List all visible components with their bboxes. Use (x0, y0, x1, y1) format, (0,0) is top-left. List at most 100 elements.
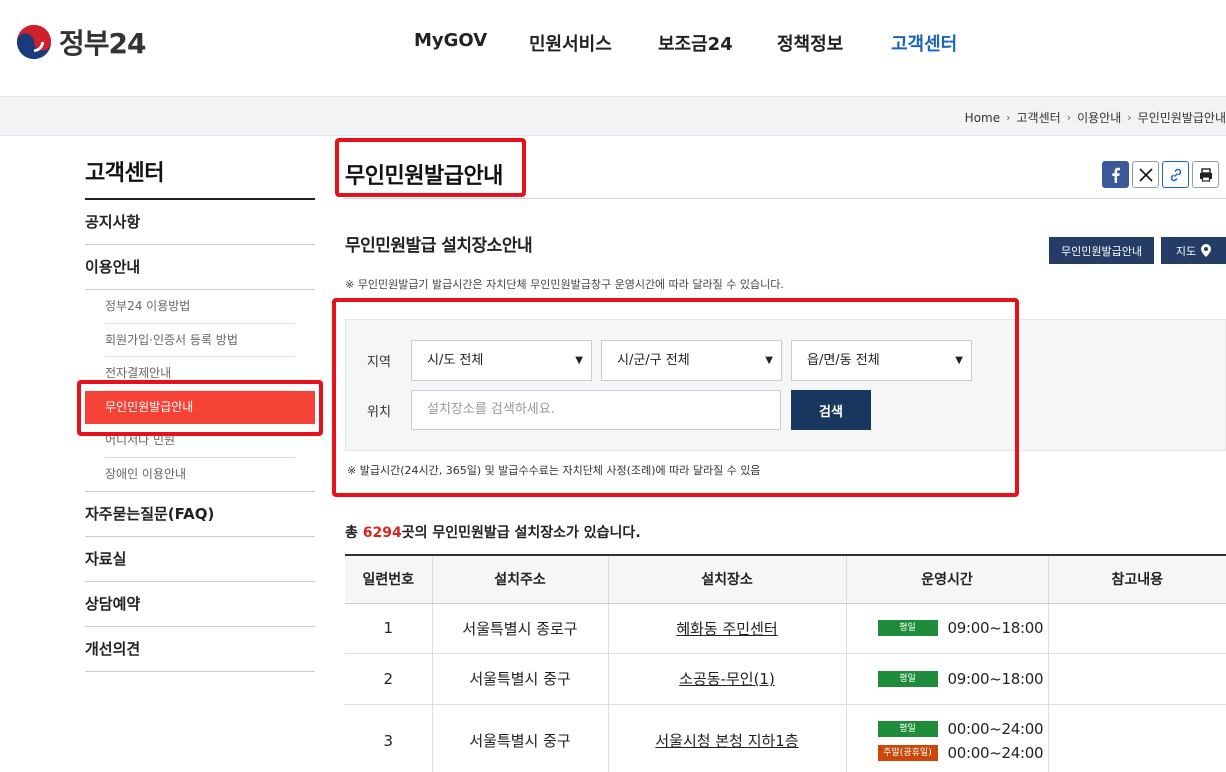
submenu-item-kiosk-guide[interactable]: 무인민원발급안내 (85, 390, 315, 424)
col-header-address: 설치주소 (432, 554, 609, 604)
search-panel: 지역 시/도 전체 ▼ 시/군/구 전체 ▼ 읍/면/동 전체 ▼ 위치 설치장… (345, 319, 1226, 451)
cell-address: 서울특별시 중구 (432, 653, 609, 705)
chevron-down-icon: ▼ (955, 355, 963, 366)
site-logo[interactable]: 정부24 (15, 22, 146, 62)
chevron-down-icon: ▼ (575, 355, 583, 366)
col-header-place: 설치장소 (608, 554, 847, 604)
search-button[interactable]: 검색 (791, 390, 871, 430)
breadcrumb-home[interactable]: Home (965, 111, 1000, 125)
kiosk-guide-button[interactable]: 무인민원발급안내 (1049, 237, 1154, 264)
highlight-box-title (335, 138, 526, 197)
sidebar-item-faq[interactable]: 자주묻는질문(FAQ) (85, 492, 315, 537)
breadcrumb-bar: Home › 고객센터 › 이용안내 › 무인민원발급안내 (0, 96, 1226, 136)
col-header-hours: 운영시간 (846, 554, 1049, 604)
weekday-time: 09:00~18:00 (947, 619, 1044, 637)
table-row: 1 서울특별시 종로구 혜화동 주민센터 평일 09:00~18:00 (345, 603, 1226, 654)
place-link[interactable]: 소공동-무인(1) (679, 670, 775, 688)
cell-notes (1048, 653, 1226, 705)
sido-select-value: 시/도 전체 (427, 353, 484, 368)
facebook-icon[interactable] (1102, 161, 1129, 188)
result-count: 총 6294곳의 무인민원발급 설치장소가 있습니다. (345, 522, 641, 542)
chevron-down-icon: ▼ (765, 355, 773, 366)
breadcrumb-usage-guide[interactable]: 이용안내 (1077, 109, 1121, 126)
cell-address: 서울특별시 중구 (432, 704, 609, 772)
nav-customer-center[interactable]: 고객센터 (891, 30, 957, 56)
cell-notes (1048, 704, 1226, 772)
location-label: 위치 (367, 405, 391, 420)
cell-notes (1048, 603, 1226, 654)
side-nav-title: 고객센터 (85, 155, 315, 200)
result-count-suffix: 곳의 무인민원발급 설치장소가 있습니다. (401, 525, 641, 541)
breadcrumb-customer-center[interactable]: 고객센터 (1017, 109, 1061, 126)
cell-place: 소공동-무인(1) (608, 653, 847, 705)
col-header-notes: 참고내용 (1048, 554, 1226, 604)
cell-place: 서울시청 본청 지하1층 (608, 704, 847, 772)
share-buttons (1099, 161, 1219, 188)
title-divider (345, 198, 1226, 199)
submenu-item-payment[interactable]: 전자결제안내 (105, 357, 295, 391)
weekend-badge: 주말(공휴일) (877, 744, 938, 761)
weekday-time: 00:00~24:00 (947, 719, 1044, 738)
notice-text-bottom: ※ 발급시간(24시간, 365일) 및 발급수수료는 자치단체 사정(조례)에… (347, 464, 761, 477)
logo-text: 정부24 (59, 27, 146, 60)
sigungu-select[interactable]: 시/군/구 전체 ▼ (601, 340, 782, 381)
submenu-item-how-to-use[interactable]: 정부24 이용방법 (105, 290, 295, 324)
col-header-no: 일련번호 (345, 554, 433, 604)
notice-text-top: ※ 무인민원발급기 발급시간은 자치단체 무인민원발급창구 운영시간에 따라 달… (345, 278, 784, 291)
sidebar-item-usage-guide[interactable]: 이용안내 (85, 245, 315, 290)
breadcrumb-current[interactable]: 무인민원발급안내 (1138, 109, 1226, 126)
sigungu-select-value: 시/군/구 전체 (617, 353, 690, 368)
sidebar-submenu: 정부24 이용방법 회원가입·인증서 등록 방법 전자결제안내 무인민원발급안내… (85, 290, 315, 492)
x-icon[interactable] (1132, 161, 1159, 188)
nav-policy-info[interactable]: 정책정보 (777, 30, 843, 56)
print-icon[interactable] (1192, 161, 1219, 188)
map-button-label: 지도 (1175, 244, 1197, 258)
submenu-item-signup-cert[interactable]: 회원가입·인증서 등록 방법 (105, 324, 295, 357)
weekday-time: 09:00~18:00 (947, 669, 1044, 688)
sido-select[interactable]: 시/도 전체 ▼ (411, 340, 592, 381)
map-pin-icon (1201, 244, 1212, 257)
sidebar-item-notice[interactable]: 공지사항 (85, 200, 315, 245)
eupmyeon-select-value: 읍/면/동 전체 (807, 353, 880, 368)
chevron-right-icon: › (1006, 111, 1011, 124)
cell-no: 2 (345, 653, 433, 705)
result-count-number: 6294 (362, 525, 402, 541)
result-count-prefix: 총 (345, 525, 363, 541)
link-icon[interactable] (1162, 161, 1189, 188)
place-link[interactable]: 혜화동 주민센터 (676, 620, 777, 638)
breadcrumb: Home › 고객센터 › 이용안내 › 무인민원발급안내 (965, 109, 1226, 126)
region-label: 지역 (367, 355, 391, 370)
cell-no: 1 (345, 603, 433, 654)
table-row: 2 서울특별시 중구 소공동-무인(1) 평일 09:00~18:00 (345, 653, 1226, 705)
weekday-badge: 평일 (877, 670, 938, 687)
sidebar-item-feedback[interactable]: 개선의견 (85, 627, 315, 672)
sidebar-item-consult[interactable]: 상담예약 (85, 582, 315, 627)
sidebar-item-library[interactable]: 자료실 (85, 537, 315, 582)
table-row: 3 서울특별시 중구 서울시청 본청 지하1층 평일 00:00~24:00 주말… (345, 704, 1226, 772)
place-link[interactable]: 서울시청 본청 지하1층 (655, 732, 798, 750)
cell-hours: 평일 09:00~18:00 (846, 603, 1049, 654)
side-nav: 고객센터 공지사항 이용안내 정부24 이용방법 회원가입·인증서 등록 방법 … (85, 155, 315, 672)
kiosk-location-table: 일련번호 설치주소 설치장소 운영시간 참고내용 1 서울특별시 종로구 혜화동… (345, 554, 1226, 772)
site-header: 정부24 MyGOV 민원서비스 보조금24 정책정보 고객센터 (0, 0, 1226, 96)
nav-civil-service[interactable]: 민원서비스 (529, 30, 612, 56)
nav-subsidy24[interactable]: 보조금24 (658, 30, 733, 56)
chevron-right-icon: › (1127, 111, 1132, 124)
taegeuk-logo-icon (16, 24, 52, 60)
submenu-item-anywhere[interactable]: 어디서나 민원 (105, 424, 295, 458)
eupmyeon-select[interactable]: 읍/면/동 전체 ▼ (791, 340, 972, 381)
cell-hours: 평일 00:00~24:00 주말(공휴일) 00:00~24:00 (846, 704, 1049, 772)
nav-mygov[interactable]: MyGOV (414, 30, 487, 51)
submenu-item-disability[interactable]: 장애인 이용안내 (105, 458, 295, 492)
cell-no: 3 (345, 704, 433, 772)
weekday-badge: 평일 (877, 620, 938, 636)
location-search-input[interactable]: 설치장소를 검색하세요. (411, 390, 781, 430)
cell-address: 서울특별시 종로구 (432, 603, 609, 654)
chevron-right-icon: › (1066, 111, 1072, 124)
cell-hours: 평일 09:00~18:00 (846, 653, 1049, 705)
map-button[interactable]: 지도 (1161, 237, 1226, 264)
section-title: 무인민원발급 설치장소안내 (345, 236, 533, 256)
weekend-time: 00:00~24:00 (947, 743, 1044, 762)
weekday-badge: 평일 (877, 720, 938, 737)
table-header-row: 일련번호 설치주소 설치장소 운영시간 참고내용 (345, 554, 1226, 604)
